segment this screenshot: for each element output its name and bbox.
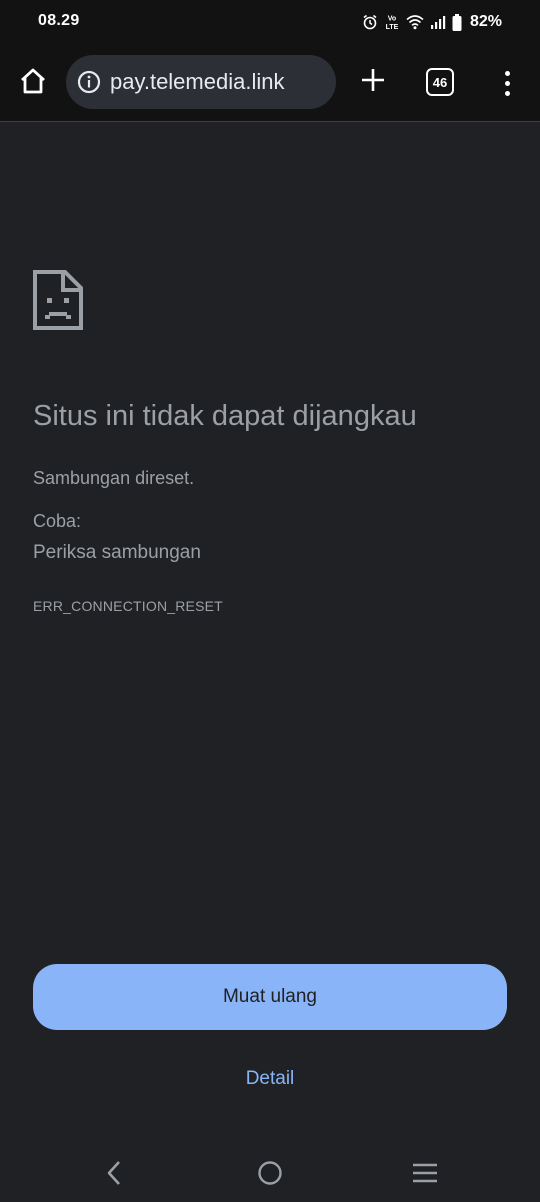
error-code: ERR_CONNECTION_RESET bbox=[33, 598, 223, 614]
tab-count: 46 bbox=[432, 74, 448, 90]
menu-dot bbox=[504, 80, 510, 86]
menu-dot bbox=[504, 90, 510, 96]
tab-switcher-button[interactable]: 46 bbox=[426, 68, 454, 96]
omnibox[interactable]: pay.telemedia.link bbox=[66, 55, 336, 109]
volte-icon: Vo LTE bbox=[384, 13, 400, 32]
back-icon[interactable] bbox=[98, 1158, 130, 1188]
battery-icon bbox=[452, 13, 462, 31]
wifi-icon bbox=[406, 14, 424, 30]
status-bar: 08.29 Vo LTE 82% bbox=[0, 0, 540, 44]
menu-dot bbox=[504, 70, 510, 76]
home-circle-icon[interactable] bbox=[254, 1158, 286, 1188]
error-description: Sambungan direset. bbox=[33, 468, 195, 488]
system-nav-bar bbox=[0, 1142, 540, 1202]
more-vert-icon[interactable] bbox=[494, 66, 520, 100]
details-button: Detail bbox=[0, 1068, 540, 1090]
reload-button[interactable]: Muat ulang bbox=[33, 964, 507, 1030]
try-label: Coba: bbox=[33, 511, 82, 531]
signal-icon bbox=[430, 15, 446, 29]
info-icon[interactable] bbox=[76, 69, 102, 95]
recents-icon[interactable] bbox=[409, 1158, 441, 1188]
plus-icon bbox=[360, 67, 386, 98]
svg-text:LTE: LTE bbox=[386, 24, 399, 31]
status-icons: Vo LTE 82% bbox=[362, 10, 502, 34]
alarm-icon bbox=[362, 14, 378, 30]
error-title: Situs ini tidak dapat dijangkau bbox=[33, 400, 417, 432]
browser-toolbar: pay.telemedia.link 46 bbox=[0, 44, 540, 122]
url-text[interactable]: pay.telemedia.link bbox=[110, 69, 284, 95]
new-tab-button[interactable] bbox=[356, 64, 390, 100]
home-icon bbox=[19, 67, 47, 100]
battery-percentage: 82% bbox=[469, 13, 502, 30]
svg-text:Vo: Vo bbox=[388, 16, 396, 23]
status-time: 08.29 bbox=[38, 12, 80, 29]
sad-page-icon bbox=[33, 270, 83, 330]
suggestion-item: Periksa sambungan bbox=[33, 542, 201, 563]
details-link[interactable]: Detail bbox=[246, 1068, 295, 1089]
home-button[interactable] bbox=[14, 64, 52, 102]
